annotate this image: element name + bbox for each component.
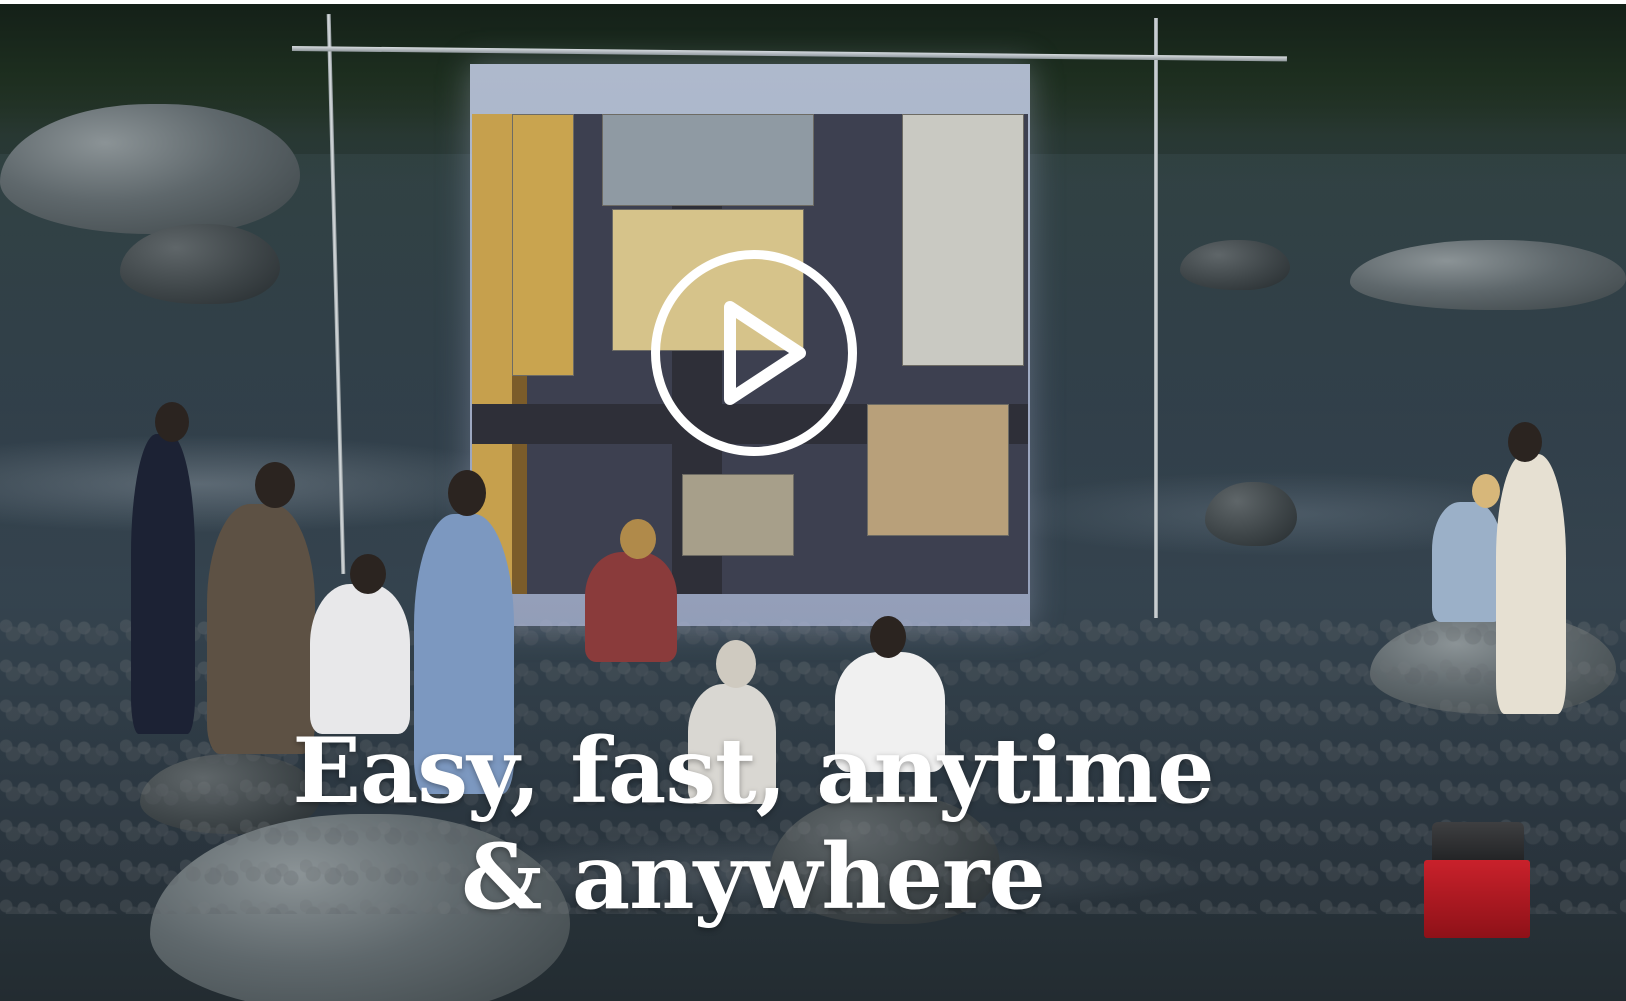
play-icon xyxy=(724,301,806,405)
building xyxy=(512,114,574,376)
headline-line-1: Easy, fast, anytime xyxy=(292,718,1214,824)
building xyxy=(902,114,1024,366)
spectator-head xyxy=(1508,422,1542,462)
boulder xyxy=(1205,482,1297,546)
boulder xyxy=(1180,240,1290,290)
spectator xyxy=(585,552,677,662)
building xyxy=(867,404,1009,536)
spectator xyxy=(1432,502,1502,622)
spectator-head xyxy=(448,470,486,516)
headline-line-2: & anywhere xyxy=(461,824,1045,930)
spectator-head xyxy=(716,640,756,688)
screen-pole-right xyxy=(1154,18,1158,618)
spectator-head xyxy=(870,616,906,658)
spectator xyxy=(310,584,410,734)
spectator xyxy=(1496,454,1566,714)
building xyxy=(602,114,814,206)
hero-banner: Easy, fast, anytime & anywhere xyxy=(0,4,1626,1001)
spectator xyxy=(131,434,195,734)
spectator xyxy=(207,504,315,754)
spectator-head xyxy=(155,402,189,442)
play-video-button[interactable] xyxy=(651,250,857,456)
spectator-head xyxy=(1472,474,1500,508)
hero-headline: Easy, fast, anytime & anywhere xyxy=(213,718,1293,930)
spectator-head xyxy=(620,519,656,559)
building xyxy=(682,474,794,556)
spectator-head xyxy=(255,462,295,508)
projector-case xyxy=(1424,860,1530,938)
spectator-head xyxy=(350,554,386,594)
